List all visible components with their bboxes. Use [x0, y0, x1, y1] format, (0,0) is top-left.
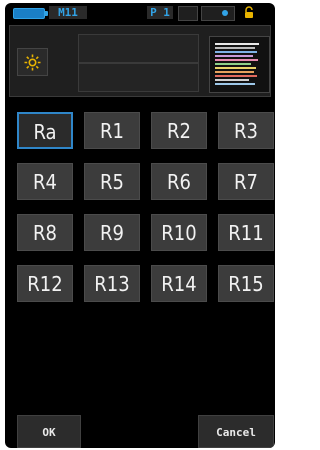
grid-cell-r13[interactable]: R13: [84, 265, 140, 302]
grid-cell-r11[interactable]: R11: [218, 214, 274, 251]
light-source-box[interactable]: [17, 48, 48, 76]
grid-cell-r3[interactable]: R3: [218, 112, 274, 149]
grid-cell-r5[interactable]: R5: [84, 163, 140, 200]
spectrum-thumbnail[interactable]: [209, 36, 270, 93]
lock-icon: [245, 6, 253, 18]
grid-cell-r9[interactable]: R9: [84, 214, 140, 251]
grid-cell-r1[interactable]: R1: [84, 112, 140, 149]
spectrum-icon: [215, 43, 259, 85]
grid-cell-r8[interactable]: R8: [17, 214, 73, 251]
sun-icon: [24, 54, 41, 71]
grid-cell-r7[interactable]: R7: [218, 163, 274, 200]
grid-cell-r2[interactable]: R2: [151, 112, 207, 149]
grid-cell-r12[interactable]: R12: [17, 265, 73, 302]
battery-icon: [13, 8, 48, 19]
grid-cell-r10[interactable]: R10: [151, 214, 207, 251]
info-field-top: [78, 34, 199, 63]
device-screen: M11 P 1 Ra R1 R2 R3 R4 R5 R6 R7 R8 R9 R1…: [5, 3, 275, 448]
measurement-info-panel: [9, 25, 271, 97]
grid-cell-r6[interactable]: R6: [151, 163, 207, 200]
info-field-bottom: [78, 63, 199, 92]
status-indicator-2: [201, 6, 235, 21]
mode-label: M11: [49, 6, 87, 19]
ok-button[interactable]: OK: [17, 415, 81, 448]
grid-cell-r15[interactable]: R15: [218, 265, 274, 302]
cancel-button[interactable]: Cancel: [198, 415, 274, 448]
status-indicator-1: [178, 6, 198, 21]
indicator-dot-icon: [222, 10, 228, 16]
status-bar: M11 P 1: [5, 3, 275, 22]
grid-cell-ra[interactable]: Ra: [17, 112, 73, 149]
grid-cell-r4[interactable]: R4: [17, 163, 73, 200]
preset-label: P 1: [147, 6, 173, 19]
grid-cell-r14[interactable]: R14: [151, 265, 207, 302]
